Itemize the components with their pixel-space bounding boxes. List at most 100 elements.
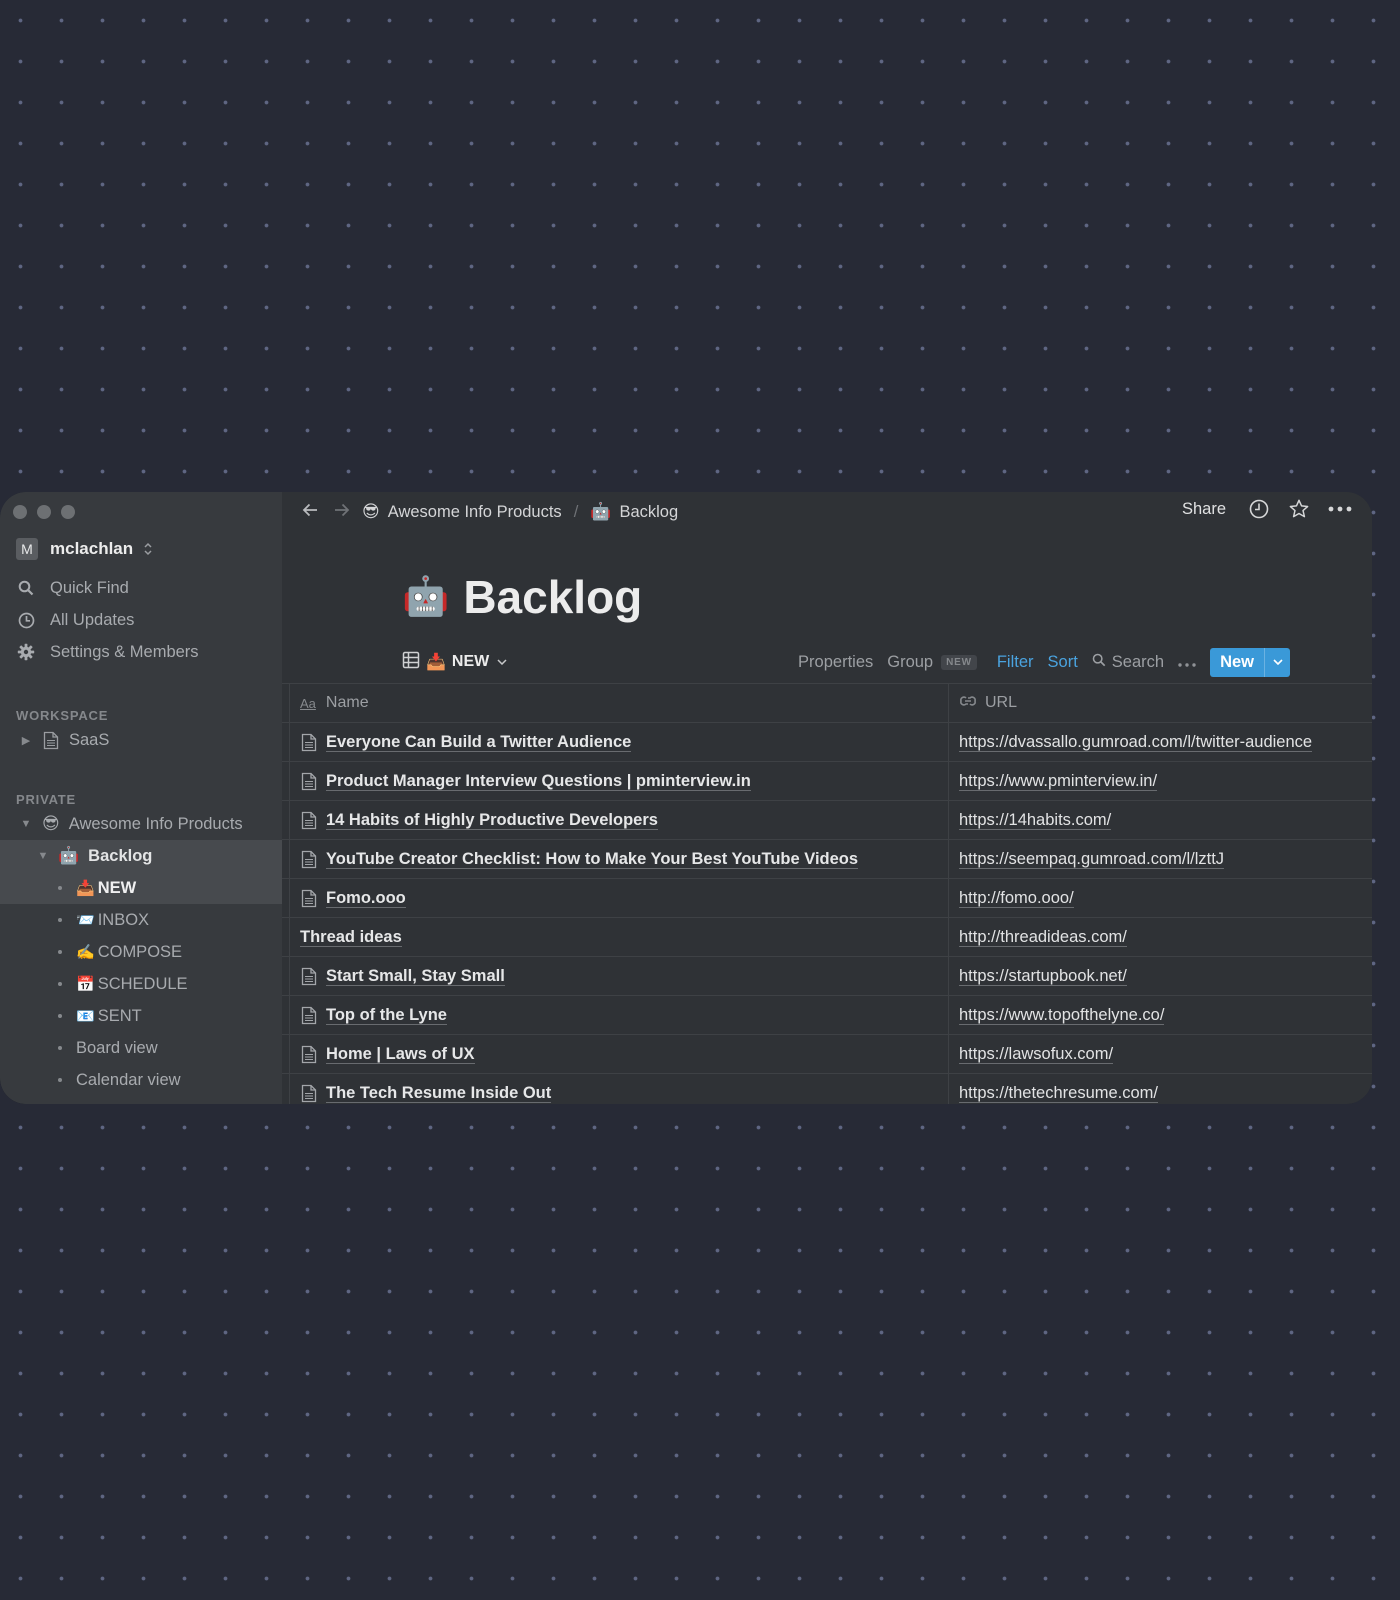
view-selector[interactable]: 📥 NEW — [402, 651, 507, 674]
link-icon — [959, 694, 977, 713]
forward-arrow-icon[interactable] — [332, 500, 352, 526]
group-button[interactable]: Group — [887, 653, 933, 672]
collapse-triangle-icon[interactable]: ▼ — [36, 850, 50, 862]
workspace-section-label: WORKSPACE — [16, 708, 109, 723]
page-icon-emoji[interactable]: 🤖 — [402, 575, 449, 619]
cell-name[interactable]: Start Small, Stay Small — [290, 957, 949, 995]
workspace-switcher[interactable]: M mclachlan — [16, 538, 153, 560]
sidebar-view-label: COMPOSE — [97, 942, 183, 961]
sidebar-page-awesome-info-products[interactable]: ▼ 😎 Awesome Info Products — [0, 808, 282, 840]
table-row[interactable]: Start Small, Stay Small https://startupbo… — [282, 957, 1372, 996]
breadcrumb-item-awesome-info-products[interactable]: Awesome Info Products — [388, 503, 562, 522]
sidebar-view-compose[interactable]: ✍️ COMPOSE — [0, 936, 282, 968]
properties-button[interactable]: Properties — [798, 653, 873, 672]
more-view-options-icon[interactable] — [1178, 653, 1196, 672]
page-title[interactable]: Backlog — [463, 570, 642, 624]
sidebar-view-board[interactable]: Board view — [0, 1032, 282, 1064]
cell-name[interactable]: Product Manager Interview Questions | pm… — [290, 762, 949, 800]
column-header-name[interactable]: Aa Name — [290, 684, 949, 722]
table-row[interactable]: Home | Laws of UX https://lawsofux.com/ — [282, 1035, 1372, 1074]
table-row[interactable]: The Tech Resume Inside Out https://thetec… — [282, 1074, 1372, 1104]
minimize-window-button[interactable] — [37, 505, 51, 519]
cell-name[interactable]: Home | Laws of UX — [290, 1035, 949, 1073]
record-title-link[interactable]: Product Manager Interview Questions | pm… — [326, 772, 751, 791]
url-link[interactable]: https://www.topofthelyne.co/ — [959, 1006, 1165, 1025]
page-header: 🤖 Backlog — [402, 570, 642, 624]
new-template-dropdown[interactable] — [1264, 647, 1290, 677]
cell-url[interactable]: https://seempaq.gumroad.com/l/lzttJ — [949, 840, 1372, 878]
cell-name[interactable]: Thread ideas — [290, 918, 949, 956]
sidebar-view-calendar[interactable]: Calendar view — [0, 1064, 282, 1096]
collapse-triangle-icon[interactable]: ▼ — [19, 818, 33, 830]
sidebar-page-backlog[interactable]: ▼ 🤖 Backlog — [0, 840, 282, 872]
search-button[interactable]: Search — [1092, 653, 1164, 672]
url-link[interactable]: https://lawsofux.com/ — [959, 1045, 1114, 1064]
cell-url[interactable]: https://14habits.com/ — [949, 801, 1372, 839]
view-emoji: 📥 — [76, 880, 95, 897]
url-link[interactable]: https://startupbook.net/ — [959, 967, 1127, 986]
table-row[interactable]: Everyone Can Build a Twitter Audience htt… — [282, 723, 1372, 762]
cell-name[interactable]: 14 Habits of Highly Productive Developer… — [290, 801, 949, 839]
sidebar-view-label: INBOX — [97, 910, 150, 929]
cell-url[interactable]: http://threadideas.com/ — [949, 918, 1372, 956]
filter-button[interactable]: Filter — [997, 653, 1034, 672]
sidebar: M mclachlan Quick Find All Updates Setti… — [0, 492, 282, 1104]
table-row[interactable]: Top of the Lyne https://www.topofthelyne.… — [282, 996, 1372, 1035]
column-header-url[interactable]: URL — [949, 684, 1372, 722]
cell-name[interactable]: Top of the Lyne — [290, 996, 949, 1034]
sidebar-page-saas[interactable]: ▶ SaaS — [0, 724, 282, 756]
more-options-icon[interactable] — [1328, 506, 1352, 512]
cell-name[interactable]: YouTube Creator Checklist: How to Make Y… — [290, 840, 949, 878]
record-title-link[interactable]: Fomo.ooo — [326, 889, 406, 908]
sidebar-view-sent[interactable]: 📧 SENT — [0, 1000, 282, 1032]
sort-button[interactable]: Sort — [1048, 653, 1078, 672]
table-row[interactable]: Thread ideas http://threadideas.com/ — [282, 918, 1372, 957]
url-link[interactable]: https://14habits.com/ — [959, 811, 1112, 830]
url-link[interactable]: https://thetechresume.com/ — [959, 1084, 1159, 1103]
cell-name[interactable]: The Tech Resume Inside Out — [290, 1074, 949, 1104]
sidebar-item-settings[interactable]: Settings & Members — [16, 636, 199, 668]
cell-url[interactable]: https://thetechresume.com/ — [949, 1074, 1372, 1104]
share-button[interactable]: Share — [1182, 500, 1226, 519]
record-title-link[interactable]: Top of the Lyne — [326, 1006, 447, 1025]
record-title-link[interactable]: Start Small, Stay Small — [326, 967, 505, 986]
sidebar-item-label: Quick Find — [50, 578, 129, 597]
record-title-link[interactable]: Home | Laws of UX — [326, 1045, 475, 1064]
sidebar-item-quick-find[interactable]: Quick Find — [16, 572, 199, 604]
table-row[interactable]: YouTube Creator Checklist: How to Make Y… — [282, 840, 1372, 879]
url-link[interactable]: https://www.pminterview.in/ — [959, 772, 1158, 791]
record-title-link[interactable]: Everyone Can Build a Twitter Audience — [326, 733, 632, 752]
cell-url[interactable]: https://startupbook.net/ — [949, 957, 1372, 995]
cell-name[interactable]: Fomo.ooo — [290, 879, 949, 917]
cell-name[interactable]: Everyone Can Build a Twitter Audience — [290, 723, 949, 761]
url-link[interactable]: https://seempaq.gumroad.com/l/lzttJ — [959, 850, 1225, 869]
sidebar-view-new[interactable]: 📥 NEW — [0, 872, 282, 904]
sidebar-view-schedule[interactable]: 📅 SCHEDULE — [0, 968, 282, 1000]
back-arrow-icon[interactable] — [300, 500, 320, 526]
table-row[interactable]: Product Manager Interview Questions | pm… — [282, 762, 1372, 801]
breadcrumb-item-backlog[interactable]: Backlog — [619, 503, 678, 522]
record-title-link[interactable]: 14 Habits of Highly Productive Developer… — [326, 811, 658, 830]
main-content: 😎 Awesome Info Products / 🤖 Backlog Shar… — [282, 492, 1372, 1104]
sidebar-view-inbox[interactable]: 📨 INBOX — [0, 904, 282, 936]
updates-clock-icon[interactable] — [1248, 498, 1270, 520]
table-row[interactable]: 14 Habits of Highly Productive Developer… — [282, 801, 1372, 840]
record-title-link[interactable]: The Tech Resume Inside Out — [326, 1084, 552, 1103]
cell-url[interactable]: https://www.topofthelyne.co/ — [949, 996, 1372, 1034]
sidebar-item-all-updates[interactable]: All Updates — [16, 604, 199, 636]
favorite-star-icon[interactable] — [1288, 498, 1310, 520]
close-window-button[interactable] — [13, 505, 27, 519]
cell-url[interactable]: https://lawsofux.com/ — [949, 1035, 1372, 1073]
new-record-button[interactable]: New — [1210, 648, 1264, 677]
cell-url[interactable]: https://dvassallo.gumroad.com/l/twitter-… — [949, 723, 1372, 761]
record-title-link[interactable]: Thread ideas — [300, 928, 402, 947]
url-link[interactable]: http://threadideas.com/ — [959, 928, 1127, 947]
cell-url[interactable]: http://fomo.ooo/ — [949, 879, 1372, 917]
zoom-window-button[interactable] — [61, 505, 75, 519]
table-row[interactable]: Fomo.ooo http://fomo.ooo/ — [282, 879, 1372, 918]
expand-triangle-icon[interactable]: ▶ — [19, 734, 33, 747]
url-link[interactable]: http://fomo.ooo/ — [959, 889, 1074, 908]
record-title-link[interactable]: YouTube Creator Checklist: How to Make Y… — [326, 850, 859, 869]
cell-url[interactable]: https://www.pminterview.in/ — [949, 762, 1372, 800]
url-link[interactable]: https://dvassallo.gumroad.com/l/twitter-… — [959, 733, 1313, 752]
